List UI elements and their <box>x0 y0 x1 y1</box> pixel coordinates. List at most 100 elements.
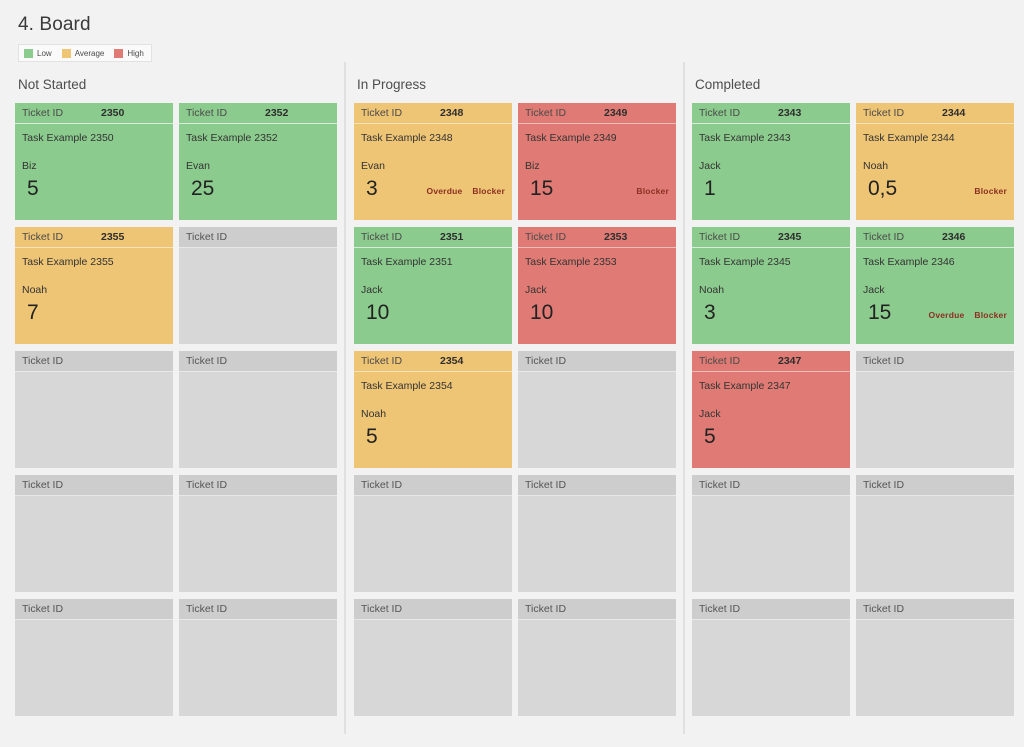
legend-label: Low <box>37 48 52 58</box>
ticket-task-name: Task Example 2354 <box>361 380 453 392</box>
ticket-card[interactable]: Ticket ID 2346 Task Example 2346 Jack 15 Over… <box>856 227 1014 344</box>
ticket-id-label: Ticket ID <box>22 231 64 243</box>
ticket-card-header: Ticket ID 2352 <box>179 103 337 124</box>
ticket-card[interactable]: Ticket ID 2351 Task Example 2351 Jack 10 <box>354 227 512 344</box>
ticket-points: 0,5 <box>868 177 898 200</box>
ticket-card-empty[interactable]: Ticket ID <box>179 599 337 716</box>
ticket-card-header: Ticket ID <box>179 351 337 372</box>
ticket-id-value: 2349 <box>604 107 628 119</box>
ticket-points: 3 <box>366 177 378 200</box>
ticket-card-empty[interactable]: Ticket ID <box>692 599 850 716</box>
ticket-card-header: Ticket ID 2355 <box>15 227 173 248</box>
ticket-card-empty[interactable]: Ticket ID <box>354 475 512 592</box>
ticket-id-label: Ticket ID <box>699 603 741 615</box>
ticket-id-label: Ticket ID <box>699 479 741 491</box>
card-row: Ticket ID 2354 Task Example 2354 Noah 5 Ticke… <box>354 351 676 468</box>
ticket-card[interactable]: Ticket ID 2348 Task Example 2348 Evan 3 Overd… <box>354 103 512 220</box>
ticket-card-body <box>518 372 676 468</box>
ticket-tag-blocker: Blocker <box>636 186 669 196</box>
ticket-id-label: Ticket ID <box>22 107 64 119</box>
ticket-card-empty[interactable]: Ticket ID <box>179 227 337 344</box>
ticket-card-empty[interactable]: Ticket ID <box>15 475 173 592</box>
ticket-card-empty[interactable]: Ticket ID <box>15 599 173 716</box>
ticket-id-value: 2346 <box>942 231 966 243</box>
ticket-id-label: Ticket ID <box>22 479 64 491</box>
ticket-id-label: Ticket ID <box>186 231 228 243</box>
ticket-card-empty[interactable]: Ticket ID <box>856 599 1014 716</box>
ticket-card[interactable]: Ticket ID 2347 Task Example 2347 Jack 5 <box>692 351 850 468</box>
ticket-tag-overdue: Overdue <box>426 186 463 196</box>
ticket-task-name: Task Example 2349 <box>525 132 617 144</box>
ticket-card-header: Ticket ID 2351 <box>354 227 512 248</box>
board-column-in-progress: In Progress Ticket ID 2348 Task Example 234… <box>353 70 693 747</box>
ticket-card-empty[interactable]: Ticket ID <box>354 599 512 716</box>
ticket-owner: Noah <box>699 284 725 296</box>
ticket-id-label: Ticket ID <box>525 231 567 243</box>
ticket-card[interactable]: Ticket ID 2349 Task Example 2349 Biz 15 Block… <box>518 103 676 220</box>
ticket-tag-group: Blocker <box>636 186 669 196</box>
ticket-id-label: Ticket ID <box>525 479 567 491</box>
card-row: Ticket ID Ticket ID <box>354 475 676 592</box>
ticket-card-empty[interactable]: Ticket ID <box>179 351 337 468</box>
ticket-card-body <box>856 496 1014 592</box>
ticket-card[interactable]: Ticket ID 2353 Task Example 2353 Jack 10 <box>518 227 676 344</box>
ticket-points: 15 <box>868 301 892 324</box>
ticket-card[interactable]: Ticket ID 2345 Task Example 2345 Noah 3 <box>692 227 850 344</box>
ticket-card[interactable]: Ticket ID 2344 Task Example 2344 Noah 0,5 Blo… <box>856 103 1014 220</box>
ticket-card-empty[interactable]: Ticket ID <box>179 475 337 592</box>
ticket-card-header: Ticket ID 2347 <box>692 351 850 372</box>
ticket-tag-blocker: Blocker <box>974 310 1007 320</box>
ticket-card-header: Ticket ID 2350 <box>15 103 173 124</box>
ticket-card-body <box>354 496 512 592</box>
ticket-id-label: Ticket ID <box>361 479 403 491</box>
ticket-points: 15 <box>530 177 554 200</box>
ticket-card-body <box>518 496 676 592</box>
ticket-card-body: Task Example 2355 Noah 7 <box>15 248 173 344</box>
ticket-id-label: Ticket ID <box>361 231 403 243</box>
ticket-card-empty[interactable]: Ticket ID <box>518 475 676 592</box>
ticket-card-header: Ticket ID 2346 <box>856 227 1014 248</box>
ticket-card-empty[interactable]: Ticket ID <box>856 475 1014 592</box>
ticket-id-value: 2350 <box>101 107 125 119</box>
ticket-card-empty[interactable]: Ticket ID <box>15 351 173 468</box>
ticket-tag-group: Overdue Blocker <box>929 310 1007 320</box>
column-title: In Progress <box>357 77 427 92</box>
legend-swatch-icon <box>114 48 124 58</box>
ticket-owner: Jack <box>361 284 383 296</box>
ticket-card[interactable]: Ticket ID 2350 Task Example 2350 Biz 5 <box>15 103 173 220</box>
ticket-card[interactable]: Ticket ID 2355 Task Example 2355 Noah 7 <box>15 227 173 344</box>
legend-item-high: High <box>114 48 144 58</box>
ticket-id-value: 2348 <box>440 107 464 119</box>
ticket-card[interactable]: Ticket ID 2354 Task Example 2354 Noah 5 <box>354 351 512 468</box>
ticket-tag-group: Blocker <box>974 186 1007 196</box>
ticket-id-label: Ticket ID <box>361 355 403 367</box>
ticket-card-empty[interactable]: Ticket ID <box>518 599 676 716</box>
ticket-card-body <box>179 248 337 344</box>
ticket-card-header: Ticket ID <box>354 599 512 620</box>
ticket-owner: Noah <box>863 160 889 172</box>
ticket-card-body: Task Example 2346 Jack 15 Overdue Blocker <box>856 248 1014 344</box>
ticket-tag-group: Overdue Blocker <box>427 186 505 196</box>
ticket-card-empty[interactable]: Ticket ID <box>692 475 850 592</box>
ticket-card[interactable]: Ticket ID 2352 Task Example 2352 Evan 25 <box>179 103 337 220</box>
ticket-card-header: Ticket ID <box>15 599 173 620</box>
column-title: Not Started <box>18 77 87 92</box>
ticket-card-header: Ticket ID 2345 <box>692 227 850 248</box>
ticket-task-name: Task Example 2351 <box>361 256 453 268</box>
column-title: Completed <box>695 77 761 92</box>
ticket-card-body: Task Example 2353 Jack 10 <box>518 248 676 344</box>
ticket-owner: Jack <box>699 160 721 172</box>
ticket-card-header: Ticket ID 2353 <box>518 227 676 248</box>
ticket-id-label: Ticket ID <box>863 479 905 491</box>
ticket-card-header: Ticket ID <box>518 351 676 372</box>
ticket-id-label: Ticket ID <box>863 603 905 615</box>
ticket-id-label: Ticket ID <box>186 479 228 491</box>
ticket-tag-overdue: Overdue <box>928 310 965 320</box>
severity-legend: Low Average High <box>18 44 152 62</box>
ticket-card[interactable]: Ticket ID 2343 Task Example 2343 Jack 1 <box>692 103 850 220</box>
ticket-card-empty[interactable]: Ticket ID <box>856 351 1014 468</box>
ticket-points: 5 <box>27 177 39 200</box>
ticket-task-name: Task Example 2345 <box>699 256 791 268</box>
ticket-id-label: Ticket ID <box>361 107 403 119</box>
ticket-card-empty[interactable]: Ticket ID <box>518 351 676 468</box>
